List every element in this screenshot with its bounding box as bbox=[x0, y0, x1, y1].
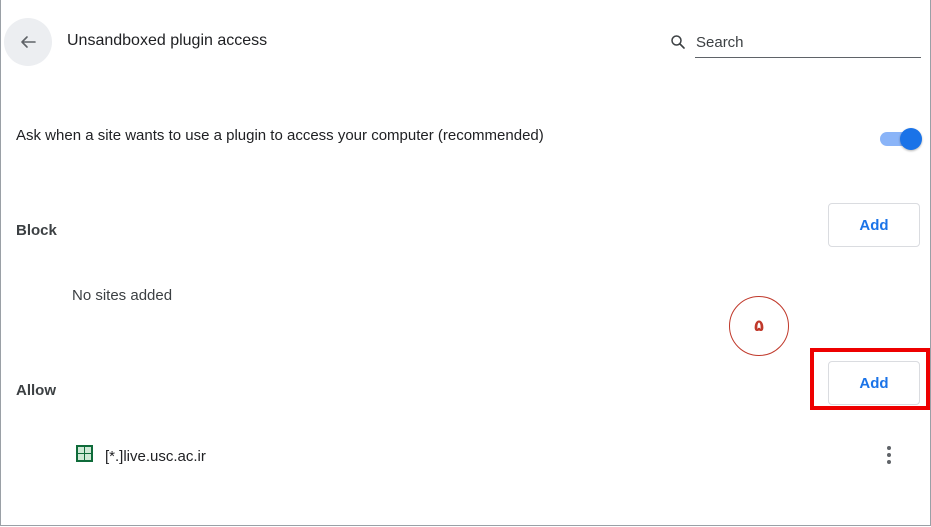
search-underline bbox=[695, 57, 921, 58]
search-icon bbox=[671, 35, 685, 49]
ask-toggle[interactable] bbox=[878, 127, 922, 150]
allow-section-label: Allow bbox=[16, 382, 56, 399]
step-annotation: ۵ bbox=[729, 296, 789, 356]
search-input[interactable] bbox=[694, 32, 898, 52]
highlight-box bbox=[810, 348, 930, 410]
ask-setting-label: Ask when a site wants to use a plugin to… bbox=[16, 127, 544, 144]
block-add-button[interactable]: Add bbox=[828, 203, 920, 247]
more-vert-icon[interactable] bbox=[879, 442, 899, 468]
search-box[interactable] bbox=[670, 28, 921, 58]
back-button[interactable] bbox=[4, 18, 52, 66]
block-empty-text: No sites added bbox=[72, 287, 173, 304]
site-favicon-icon bbox=[76, 445, 93, 462]
page-title: Unsandboxed plugin access bbox=[67, 32, 268, 49]
allowed-site-pattern: [*.]live.usc.ac.ir bbox=[105, 448, 206, 465]
arrow-back-icon bbox=[21, 36, 36, 48]
toggle-knob bbox=[900, 128, 922, 150]
block-section-label: Block bbox=[16, 222, 57, 239]
